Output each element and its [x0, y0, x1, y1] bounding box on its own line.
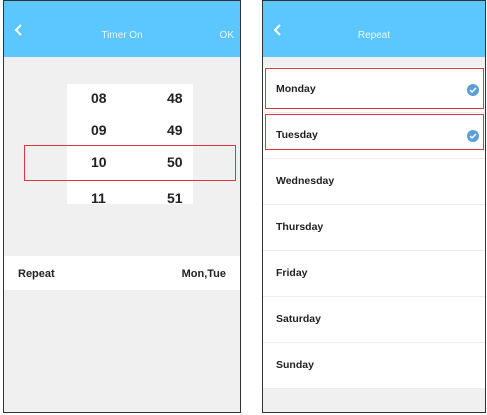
minute-option[interactable]: 51: [167, 190, 183, 206]
monday-highlight: [265, 68, 484, 109]
header-title: Repeat: [357, 30, 391, 41]
minute-option[interactable]: 49: [167, 122, 183, 138]
back-icon[interactable]: [12, 23, 26, 37]
hour-option[interactable]: 09: [91, 122, 107, 138]
day-label: Wednesday: [276, 175, 335, 187]
day-item-friday[interactable]: Friday: [263, 251, 485, 297]
ok-button[interactable]: OK: [220, 30, 234, 41]
repeat-value: Mon,Tue: [181, 268, 226, 280]
day-item-wednesday[interactable]: Wednesday: [263, 159, 485, 205]
day-item-thursday[interactable]: Thursday: [263, 205, 485, 251]
day-label: Friday: [276, 267, 308, 279]
selected-time-highlight: [24, 145, 236, 181]
tuesday-highlight: [265, 114, 484, 150]
day-item-sunday[interactable]: Sunday: [263, 343, 485, 389]
minute-option[interactable]: 48: [167, 90, 183, 106]
day-label: Saturday: [276, 313, 321, 325]
back-icon[interactable]: [271, 23, 285, 37]
timer-header: Timer On OK: [4, 1, 240, 57]
hour-option[interactable]: 11: [91, 190, 106, 206]
hour-option[interactable]: 08: [91, 90, 107, 106]
header-title: Timer On: [101, 30, 143, 41]
day-label: Sunday: [276, 359, 314, 371]
repeat-header: Repeat: [263, 1, 485, 57]
repeat-label: Repeat: [18, 268, 55, 280]
timer-screen: Timer On OK 08 48 09 49 10 50 11 51 Repe…: [3, 0, 241, 413]
repeat-row[interactable]: Repeat Mon,Tue: [4, 256, 240, 290]
repeat-screen: Repeat Monday Tuesday Wednesday Thursday…: [262, 0, 486, 413]
day-label: Thursday: [276, 221, 324, 233]
day-item-saturday[interactable]: Saturday: [263, 297, 485, 343]
